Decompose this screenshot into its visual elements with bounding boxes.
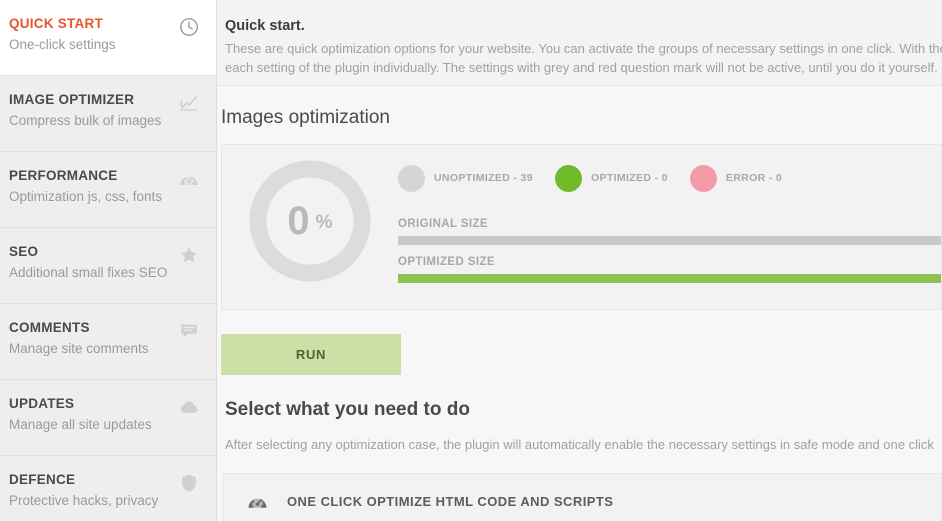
sidebar-item-title: PERFORMANCE — [9, 168, 118, 183]
run-button[interactable]: RUN — [221, 334, 401, 375]
cloud-icon — [178, 396, 200, 418]
legend-color-dot — [398, 164, 425, 192]
plugin-window: QUICK START One-click settings IMAGE OPTIM… — [0, 0, 942, 521]
size-bar-group: ORIGINAL SIZE — [398, 217, 941, 245]
legend-item: ERROR - 0 — [689, 164, 783, 192]
images-stats-panel: 0 % UNOPTIMIZED - 39 OPTIMIZED - 0 ERROR -… — [221, 144, 942, 310]
stats-right: UNOPTIMIZED - 39 OPTIMIZED - 0 ERROR - 0 O… — [398, 145, 941, 293]
option-list: ONE CLICK OPTIMIZE HTML CODE AND SCRIPTS — [217, 473, 942, 521]
size-bars: ORIGINAL SIZE OPTIMIZED SIZE — [398, 217, 941, 283]
main-content: Quick start. These are quick optimizatio… — [217, 0, 942, 521]
sidebar-item-title: UPDATES — [9, 396, 75, 411]
sidebar-item-comments[interactable]: COMMENTS Manage site comments — [0, 304, 216, 380]
images-panel-wrap: 0 % UNOPTIMIZED - 39 OPTIMIZED - 0 ERROR -… — [217, 144, 942, 310]
sidebar-item-title: IMAGE OPTIMIZER — [9, 92, 135, 107]
donut-cell: 0 % — [222, 145, 398, 286]
donut-percent-value: 0 — [287, 199, 309, 243]
shield-icon — [178, 472, 200, 494]
chart-legend: UNOPTIMIZED - 39 OPTIMIZED - 0 ERROR - 0 — [398, 161, 941, 195]
page-title: Quick start. — [225, 18, 305, 34]
sidebar: QUICK START One-click settings IMAGE OPTIM… — [0, 0, 217, 521]
donut-center-label: 0 % — [245, 156, 375, 286]
size-bar-fill — [398, 274, 941, 283]
sidebar-item-subtitle: Additional small fixes SEO — [9, 265, 168, 280]
intro-banner: Quick start. These are quick optimizatio… — [217, 0, 942, 86]
intro-line-2: each setting of the plugin individually.… — [225, 60, 938, 75]
speedometer-icon — [246, 490, 269, 513]
sidebar-item-subtitle: Manage all site updates — [9, 417, 152, 432]
sidebar-item-quick-start[interactable]: QUICK START One-click settings — [0, 0, 216, 76]
legend-label: UNOPTIMIZED - 39 — [434, 172, 533, 184]
sidebar-item-title: DEFENCE — [9, 472, 76, 487]
sidebar-item-subtitle: Manage site comments — [9, 341, 149, 356]
sidebar-item-title: SEO — [9, 244, 39, 259]
legend-item: OPTIMIZED - 0 — [554, 164, 668, 192]
legend-item: UNOPTIMIZED - 39 — [398, 164, 533, 192]
legend-label: OPTIMIZED - 0 — [590, 172, 668, 184]
sidebar-item-title: COMMENTS — [9, 320, 90, 335]
size-bar-fill — [398, 236, 941, 245]
optimization-donut-chart: 0 % — [245, 156, 375, 286]
speedometer-icon — [178, 168, 200, 190]
sidebar-item-defence[interactable]: DEFENCE Protective hacks, privacy — [0, 456, 216, 521]
clock-icon — [178, 16, 200, 38]
option-card-optimize-html[interactable]: ONE CLICK OPTIMIZE HTML CODE AND SCRIPTS — [223, 473, 942, 521]
sidebar-item-seo[interactable]: SEO Additional small fixes SEO — [0, 228, 216, 304]
sidebar-item-performance[interactable]: PERFORMANCE Optimization js, css, fonts — [0, 152, 216, 228]
sidebar-item-subtitle: Compress bulk of images — [9, 113, 162, 128]
legend-color-dot — [689, 164, 717, 192]
sidebar-item-subtitle: Optimization js, css, fonts — [9, 189, 163, 204]
size-bar-track — [398, 236, 941, 245]
chart-line-icon — [178, 92, 200, 114]
star-icon — [178, 244, 200, 266]
select-note: After selecting any optimization case, t… — [225, 437, 934, 452]
option-label: ONE CLICK OPTIMIZE HTML CODE AND SCRIPTS — [287, 493, 614, 509]
size-bar-group: OPTIMIZED SIZE — [398, 255, 941, 283]
select-heading: Select what you need to do — [225, 399, 470, 420]
sidebar-item-subtitle: One-click settings — [9, 37, 116, 52]
comment-icon — [178, 320, 200, 342]
sidebar-item-image-optimizer[interactable]: IMAGE OPTIMIZER Compress bulk of images — [0, 76, 216, 152]
sidebar-item-updates[interactable]: UPDATES Manage all site updates — [0, 380, 216, 456]
images-optimization-heading: Images optimization — [221, 107, 390, 128]
intro-line-1: These are quick optimization options for… — [225, 41, 942, 56]
legend-color-dot — [554, 164, 582, 192]
sidebar-item-title: QUICK START — [9, 16, 103, 31]
legend-label: ERROR - 0 — [725, 172, 783, 184]
sidebar-item-subtitle: Protective hacks, privacy — [9, 493, 159, 508]
size-bar-track — [398, 274, 941, 283]
donut-percent-symbol: % — [315, 212, 333, 233]
size-bar-label: ORIGINAL SIZE — [398, 218, 488, 230]
intro-description: These are quick optimization options for… — [225, 39, 942, 77]
size-bar-label: OPTIMIZED SIZE — [398, 256, 495, 268]
